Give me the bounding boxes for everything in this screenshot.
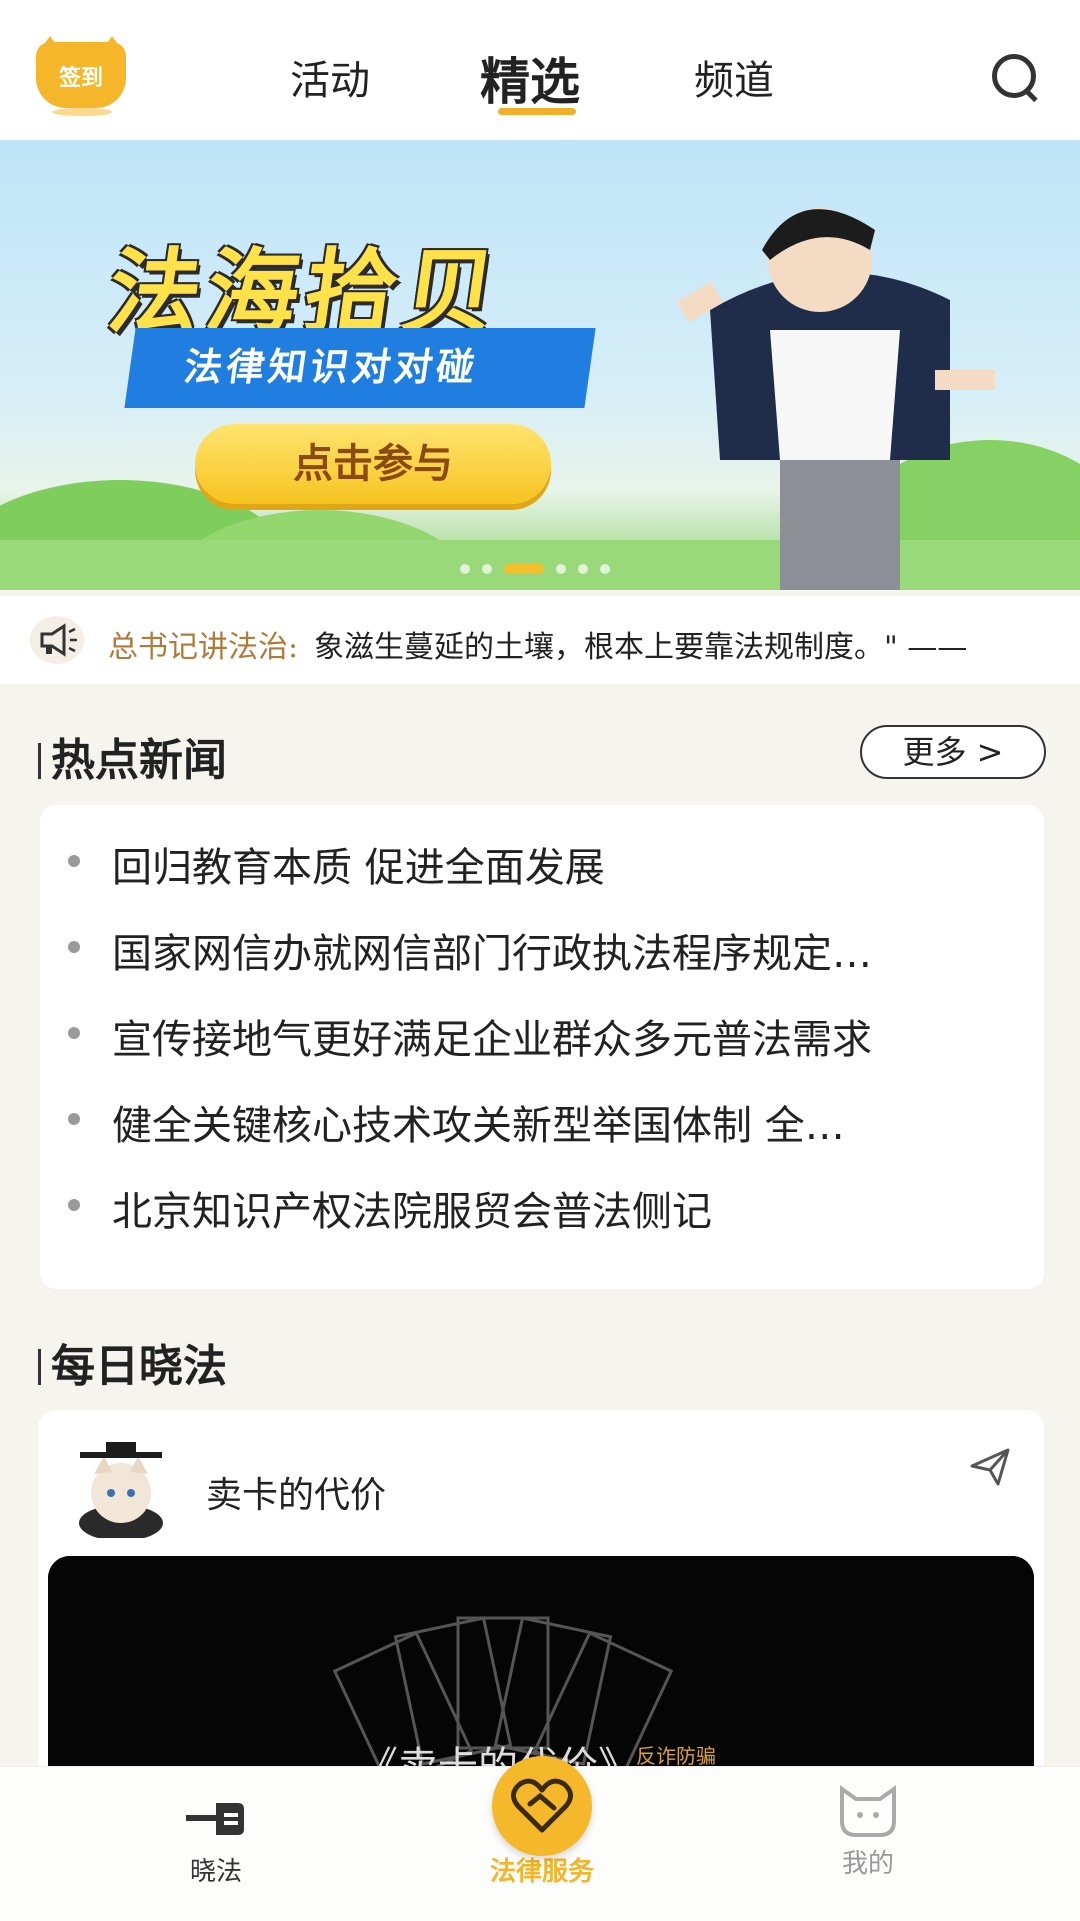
heart-handshake-icon: [511, 1778, 573, 1833]
notice-ticker[interactable]: 总书记讲法治: 象滋生蔓延的土壤，根本上要靠法规制度。" ——: [0, 596, 1080, 684]
banner-dot[interactable]: [578, 564, 588, 574]
nav-item-xiaofa[interactable]: 晓法: [136, 1767, 296, 1921]
nav-label-legal-service: 法律服务: [489, 1857, 594, 1887]
bullet-icon: [68, 941, 80, 953]
legal-service-center-button[interactable]: [492, 1756, 592, 1856]
news-item[interactable]: 健全关键核心技术攻关新型举国体制 全…: [68, 1087, 1028, 1147]
daily-card-title: 卖卡的代价: [206, 1475, 387, 1516]
bullet-icon: [68, 1027, 80, 1039]
megaphone-icon: [30, 616, 84, 664]
news-item-title: 健全关键核心技术攻关新型举国体制 全…: [112, 1103, 845, 1147]
bullet-icon: [68, 1199, 80, 1211]
active-tab-indicator: [498, 108, 576, 115]
promo-banner[interactable]: 法海拾贝 法律知识对对碰 点击参与: [0, 140, 1080, 590]
banner-dot-active[interactable]: [504, 564, 544, 574]
banner-pagination: [460, 564, 630, 576]
banner-dot[interactable]: [556, 564, 566, 574]
tab-channels[interactable]: 频道: [694, 48, 774, 106]
banner-subtitle: 法律知识对对碰: [181, 345, 482, 389]
daily-law-title: 每日晓法: [51, 1341, 227, 1392]
bullet-icon: [68, 855, 80, 867]
news-item[interactable]: 宣传接地气更好满足企业群众多元普法需求: [68, 1001, 1028, 1061]
banner-dot[interactable]: [600, 564, 610, 574]
banner-illustration-student: [676, 208, 995, 590]
share-icon[interactable]: [968, 1444, 1012, 1488]
hot-news-card: 回归教育本质 促进全面发展 国家网信办就网信部门行政执法程序规定… 宣传接地气更…: [40, 805, 1044, 1289]
top-tabs: 活动 精选 频道: [0, 0, 1080, 140]
notice-text: 象滋生蔓延的土壤，根本上要靠法规制度。" ——: [314, 630, 968, 665]
nav-item-mine[interactable]: 我的: [788, 1767, 948, 1921]
tab-featured[interactable]: 精选: [480, 42, 580, 114]
nav-label-mine: 我的: [841, 1849, 894, 1879]
news-item-title: 北京知识产权法院服贸会普法侧记: [112, 1189, 712, 1233]
hot-news-heading: 热点新闻: [38, 724, 227, 788]
search-icon[interactable]: [990, 52, 1040, 103]
bullet-icon: [68, 1113, 80, 1125]
news-item-title: 回归教育本质 促进全面发展: [112, 845, 605, 889]
top-bar: 签到 活动 精选 频道: [0, 0, 1080, 140]
video-tag: 反诈防骗: [636, 1744, 716, 1768]
hot-news-title: 热点新闻: [51, 735, 227, 786]
banner-dot[interactable]: [482, 564, 492, 574]
tab-activities[interactable]: 活动: [290, 48, 370, 106]
news-item-title: 宣传接地气更好满足企业群众多元普法需求: [112, 1017, 872, 1061]
law-icon: [186, 1803, 244, 1835]
more-button[interactable]: 更多 >: [860, 725, 1046, 779]
section-bar: [38, 1349, 41, 1385]
news-item[interactable]: 国家网信办就网信部门行政执法程序规定…: [68, 915, 1028, 975]
avatar: [79, 1442, 163, 1538]
news-item[interactable]: 回归教育本质 促进全面发展: [68, 829, 1028, 889]
news-item-title: 国家网信办就网信部门行政执法程序规定…: [112, 931, 872, 975]
banner-dot[interactable]: [460, 564, 470, 574]
section-bar: [38, 743, 41, 779]
notice-label: 总书记讲法治:: [108, 630, 299, 665]
daily-law-heading: 每日晓法: [38, 1330, 227, 1394]
nav-label-xiaofa: 晓法: [189, 1857, 242, 1887]
cat-face-icon: [840, 1785, 896, 1837]
news-item[interactable]: 北京知识产权法院服贸会普法侧记: [68, 1173, 1028, 1233]
banner-cta-button[interactable]: 点击参与: [195, 424, 551, 504]
